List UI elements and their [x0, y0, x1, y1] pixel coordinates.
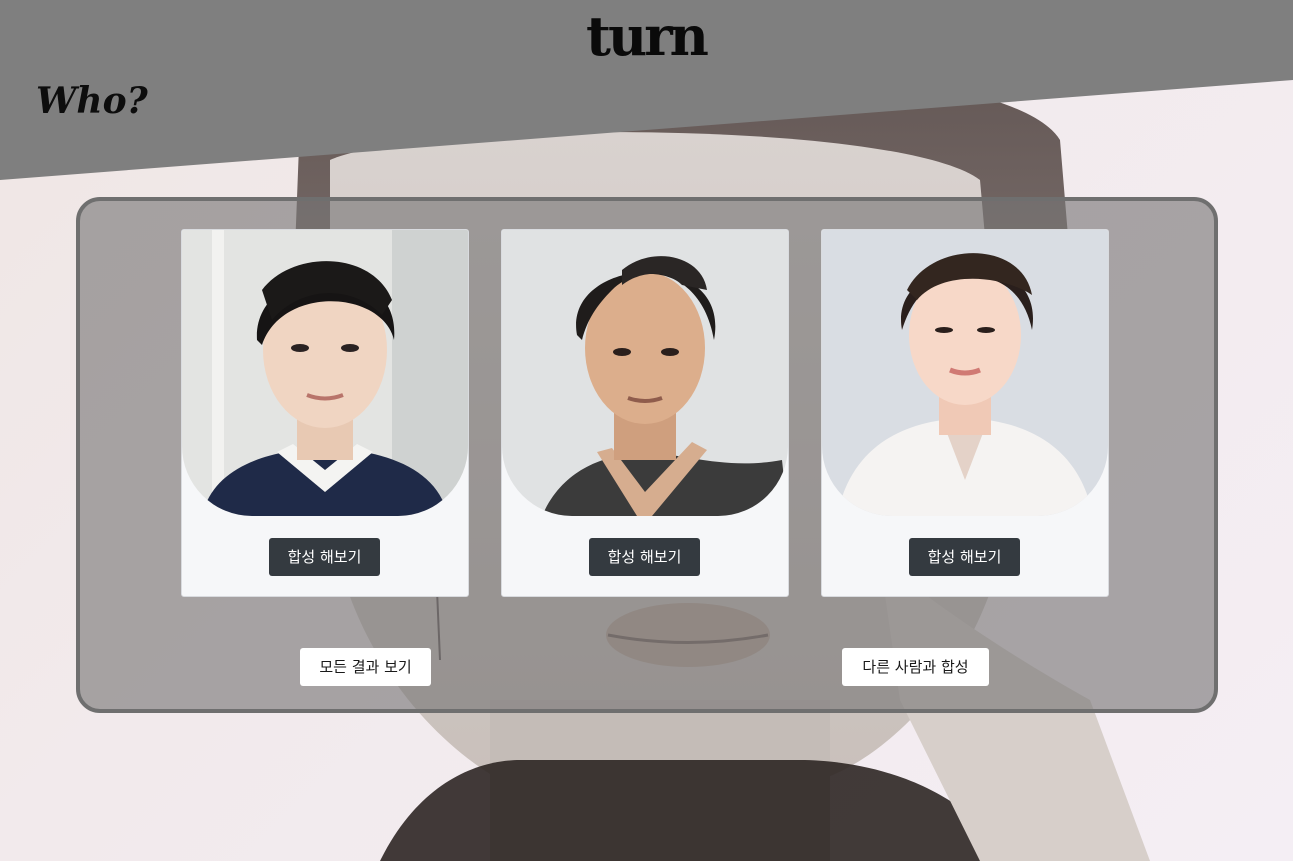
person-photo-2: [502, 230, 788, 516]
turn-logo[interactable]: turn: [586, 6, 709, 72]
results-panel: 합성 해보기 합성 해보기 합성 해보기 모든 결과 보기 다른 사람과 합성: [76, 197, 1218, 713]
person-card-2: 합성 해보기: [501, 229, 789, 597]
view-all-results-button[interactable]: 모든 결과 보기: [300, 648, 431, 686]
person-card-1: 합성 해보기: [181, 229, 469, 597]
synthesize-other-person-button[interactable]: 다른 사람과 합성: [842, 648, 989, 686]
synthesize-button-1[interactable]: 합성 해보기: [269, 538, 380, 576]
person-photo-1: [182, 230, 468, 516]
synthesize-button-2[interactable]: 합성 해보기: [589, 538, 700, 576]
person-card-3: 합성 해보기: [821, 229, 1109, 597]
who-heading: Who?: [36, 80, 148, 122]
person-photo-3: [822, 230, 1108, 516]
synthesize-button-3[interactable]: 합성 해보기: [909, 538, 1020, 576]
page: turn Who? 합성 해보기 합성 해보기 합성 해보기 모든 결과 보기 …: [0, 0, 1293, 861]
